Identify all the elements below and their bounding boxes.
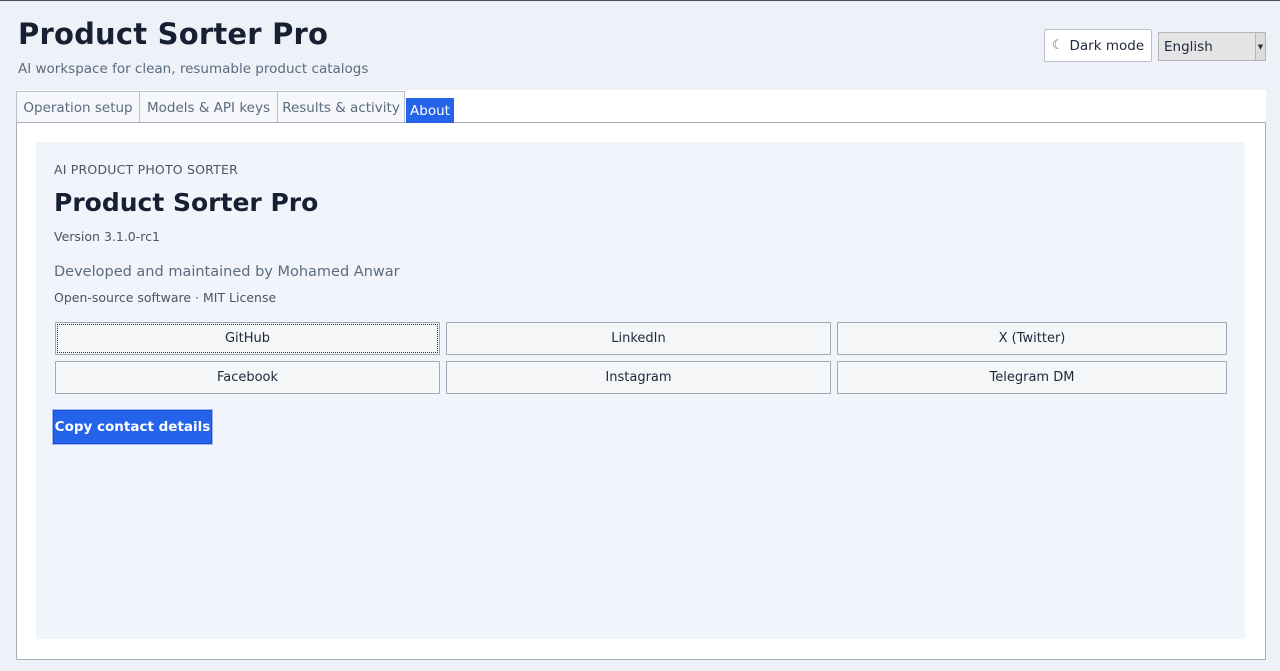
language-value: English: [1164, 38, 1213, 55]
x-twitter-button[interactable]: X (Twitter): [837, 322, 1227, 355]
dark-mode-button[interactable]: ☾ Dark mode: [1044, 29, 1152, 62]
github-button[interactable]: GitHub: [55, 322, 440, 355]
about-eyebrow: AI PRODUCT PHOTO SORTER: [54, 162, 238, 177]
dropdown-arrow-icon[interactable]: ▼: [1255, 33, 1265, 60]
license-label: Open-source software · MIT License: [54, 290, 277, 305]
dark-mode-label: Dark mode: [1069, 37, 1145, 54]
app-title: Product Sorter Pro: [18, 17, 329, 51]
facebook-button[interactable]: Facebook: [55, 361, 440, 394]
developer-credit: Developed and maintained by Mohamed Anwa…: [54, 264, 400, 280]
tab-about[interactable]: About: [406, 98, 454, 123]
tab-models-api-keys[interactable]: Models & API keys: [139, 91, 278, 123]
linkedin-button[interactable]: LinkedIn: [446, 322, 831, 355]
language-select[interactable]: English ▼: [1158, 32, 1266, 61]
telegram-dm-button[interactable]: Telegram DM: [837, 361, 1227, 394]
tab-operation-setup[interactable]: Operation setup: [16, 91, 140, 123]
app-subtitle: AI workspace for clean, resumable produc…: [18, 61, 369, 77]
tab-results-activity[interactable]: Results & activity: [277, 91, 405, 123]
version-label: Version 3.1.0-rc1: [54, 229, 160, 244]
copy-contact-details-button[interactable]: Copy contact details: [52, 409, 213, 445]
instagram-button[interactable]: Instagram: [446, 361, 831, 394]
app-window: Product Sorter Pro AI workspace for clea…: [0, 0, 1280, 671]
moon-icon: ☾: [1051, 38, 1064, 53]
about-title: Product Sorter Pro: [54, 188, 319, 217]
